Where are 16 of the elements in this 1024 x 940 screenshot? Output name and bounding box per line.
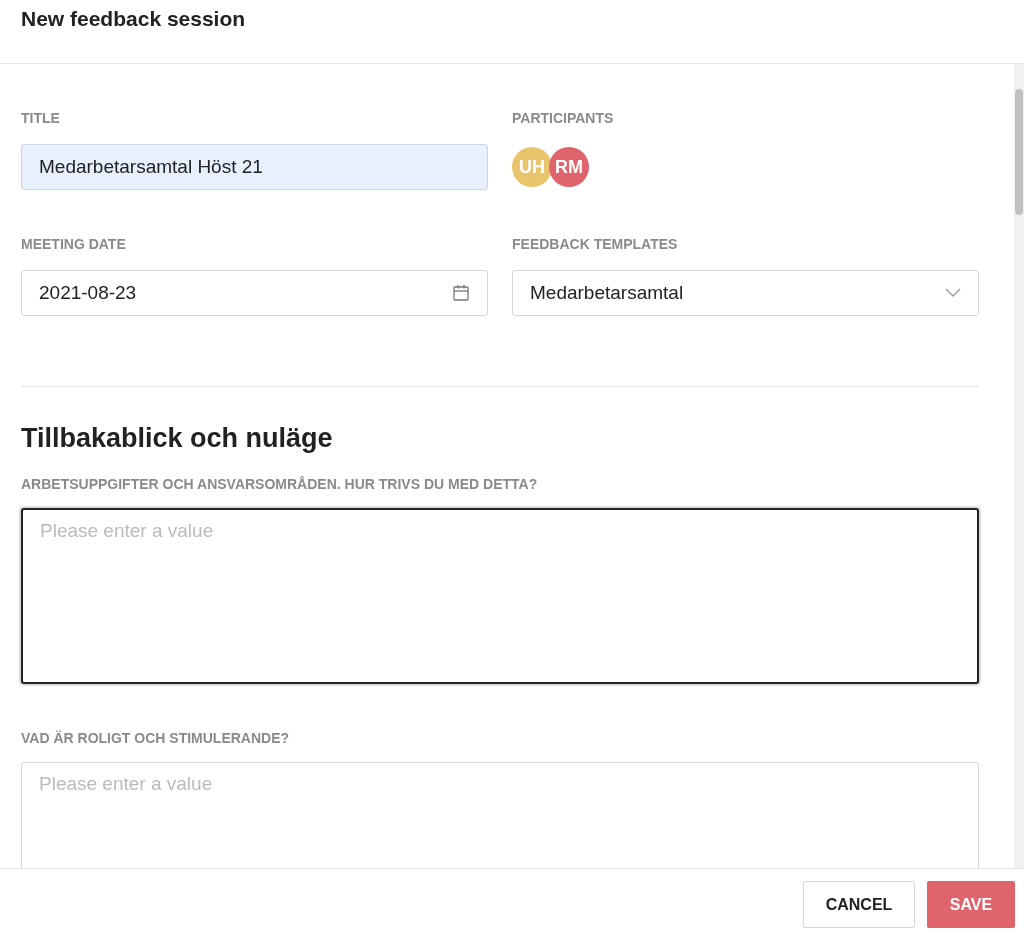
cancel-button[interactable]: CANCEL [803,881,915,928]
date-field[interactable]: 2021-08-23 [21,270,488,316]
field-label: FEEDBACK TEMPLATES [512,235,679,254]
dialog-title: New feedback session [21,6,246,31]
question-label: VAD ÄR ROLIGT OCH STIMULERANDE? [21,729,291,748]
field-label: MEETING DATE [21,235,127,254]
field-label: PARTICIPANTS [512,109,615,128]
chevron-down-icon [945,288,961,298]
title-input[interactable]: Medarbetarsamtal Höst 21 [21,144,488,190]
question-label: ARBETSUPPGIFTER OCH ANSVARSOMRÅDEN. HUR TRIVS DU MED DETTA? [21,475,539,494]
template-dropdown[interactable]: Medarbetarsamtal [512,270,979,316]
section-heading: Tillbakablick och nuläge [21,423,334,454]
answer-box[interactable]: Please enter a value [21,508,979,684]
field-label: TITLE [21,109,61,128]
scrollbar[interactable] [1014,64,1024,868]
calendar-icon [452,284,470,302]
